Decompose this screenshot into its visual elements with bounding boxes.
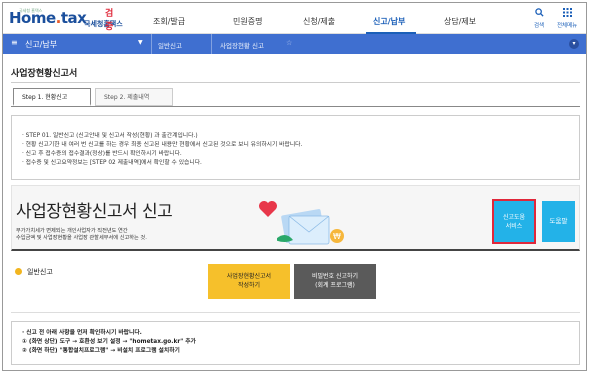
top-navigation: 국세청 홈택스 Home.tax 국세청홈택스 검증 조회/발급 민원증명 신청… — [3, 3, 586, 34]
logo-badge: 검증 — [105, 9, 114, 32]
tab-step1-status-filing[interactable]: Step 1. 현황신고 — [13, 88, 91, 106]
hamburger-icon[interactable]: ≡ — [11, 38, 18, 47]
section-title[interactable]: 신고/납부 — [25, 39, 57, 50]
search-label: 검색 — [534, 23, 545, 29]
hero-description: 부가가치세가 면제되는 개인사업자가 직전년도 연간 수입금액 및 사업장현황을… — [16, 228, 147, 242]
heart-icon — [259, 201, 277, 217]
notice-line: · 접수증 및 신고요약정보는 [STEP 02 제출내역]에서 확인할 수 있… — [22, 160, 202, 166]
breadcrumb-divider — [211, 34, 212, 54]
all-menu-button[interactable]: 전체메뉴 — [557, 8, 577, 29]
hometax-window: 국세청 홈택스 Home.tax 국세청홈택스 검증 조회/발급 민원증명 신청… — [2, 2, 587, 371]
hero-description-line: 부가가치세가 면제되는 개인사업자가 직전년도 연간 — [16, 228, 128, 234]
general-filing-label: 일반신고 — [27, 268, 53, 276]
pre-filing-note: · 신고 전 아래 사항을 먼저 확인하시기 바랍니다. ① (화면 상단) 도… — [11, 321, 580, 365]
logo-subtitle: 국세청홈택스 — [84, 20, 123, 28]
menu-consultation[interactable]: 상담/제보 — [444, 16, 476, 27]
breadcrumb-general-filing[interactable]: 일반신고 — [158, 40, 182, 50]
search-button[interactable]: 검색 — [534, 8, 544, 29]
chevron-circle-icon[interactable]: ▾ — [569, 39, 579, 49]
note-line: ① (화면 상단) 도구 → 호환성 보기 설정 → "hometax.go.k… — [22, 339, 196, 345]
notice-line: · 현황 신고기한 내 여러 번 신고를 하는 경우 최종 신고된 내용만 현황… — [22, 142, 303, 148]
menu-applications[interactable]: 신청/제출 — [303, 16, 335, 27]
filing-hero: 사업장현황신고서 신고 부가가치세가 면제되는 개인사업자가 직전년도 연간 수… — [11, 185, 580, 251]
notice-line: · 신고 후 접수증의 접수결과(정상)를 반드시 확인하시기 바랍니다. — [22, 151, 182, 157]
menu-inquiry[interactable]: 조회/발급 — [153, 16, 185, 27]
tab-divider — [11, 106, 580, 107]
search-icon — [534, 8, 544, 20]
section-navbar: ≡ 신고/납부 ▼ 일반신고 사업장현황 신고 ☆ ▾ — [3, 34, 586, 54]
hero-description-line: 수입금액 및 사업장현황을 사업장 관할세무서에 신고하는 것. — [16, 235, 147, 241]
menu-filing-payment[interactable]: 신고/납부 — [373, 16, 405, 27]
help-button[interactable]: 도움말 — [542, 201, 575, 242]
menu-certificates[interactable]: 민원증명 — [233, 16, 262, 27]
envelope-illustration-icon: ₩ — [277, 209, 344, 245]
breadcrumb-divider — [151, 34, 152, 54]
notice-line: · STEP 01. 일반신고 (신고안내 및 신고서 작성(현황) 과 출간계… — [22, 133, 198, 139]
page-title: 사업장현황신고서 — [11, 69, 78, 79]
svg-text:₩: ₩ — [333, 232, 341, 241]
write-report-button[interactable]: 사업장현황신고서 작성하기 — [208, 264, 290, 299]
hero-title: 사업장현황신고서 신고 — [16, 202, 173, 222]
divider — [11, 82, 580, 83]
password-filing-button[interactable]: 비밀번호 신고하기 (회계 프로그램) — [294, 264, 376, 299]
filing-help-service-button[interactable]: 신고도움 서비스 — [492, 199, 536, 244]
bullet-dot-icon — [15, 268, 22, 275]
favorite-star-icon[interactable]: ☆ — [286, 39, 292, 47]
breadcrumb-business-status[interactable]: 사업장현황 신고 — [220, 40, 264, 50]
all-menu-label: 전체메뉴 — [557, 23, 578, 29]
general-filing-section: 일반신고 사업장현황신고서 작성하기 비밀번호 신고하기 (회계 프로그램) — [11, 257, 580, 313]
logo-tagline: 국세청 홈택스 — [19, 8, 43, 13]
chevron-down-icon[interactable]: ▼ — [138, 39, 143, 46]
notice-box: · STEP 01. 일반신고 (신고안내 및 신고서 작성(현황) 과 출간계… — [11, 115, 580, 180]
note-line: · 신고 전 아래 사항을 먼저 확인하시기 바랍니다. — [22, 330, 142, 336]
tab-step2-submission-history[interactable]: Step 2. 제출내역 — [95, 88, 173, 106]
grid-menu-icon — [557, 8, 577, 20]
filing-help-service-label: 신고도움 서비스 — [502, 214, 526, 230]
hometax-logo[interactable]: 국세청 홈택스 Home.tax 국세청홈택스 검증 — [9, 8, 123, 32]
note-line: ② (화면 하단) "통합설치프로그램" → 비설치 프로그램 설치하기 — [22, 348, 180, 354]
